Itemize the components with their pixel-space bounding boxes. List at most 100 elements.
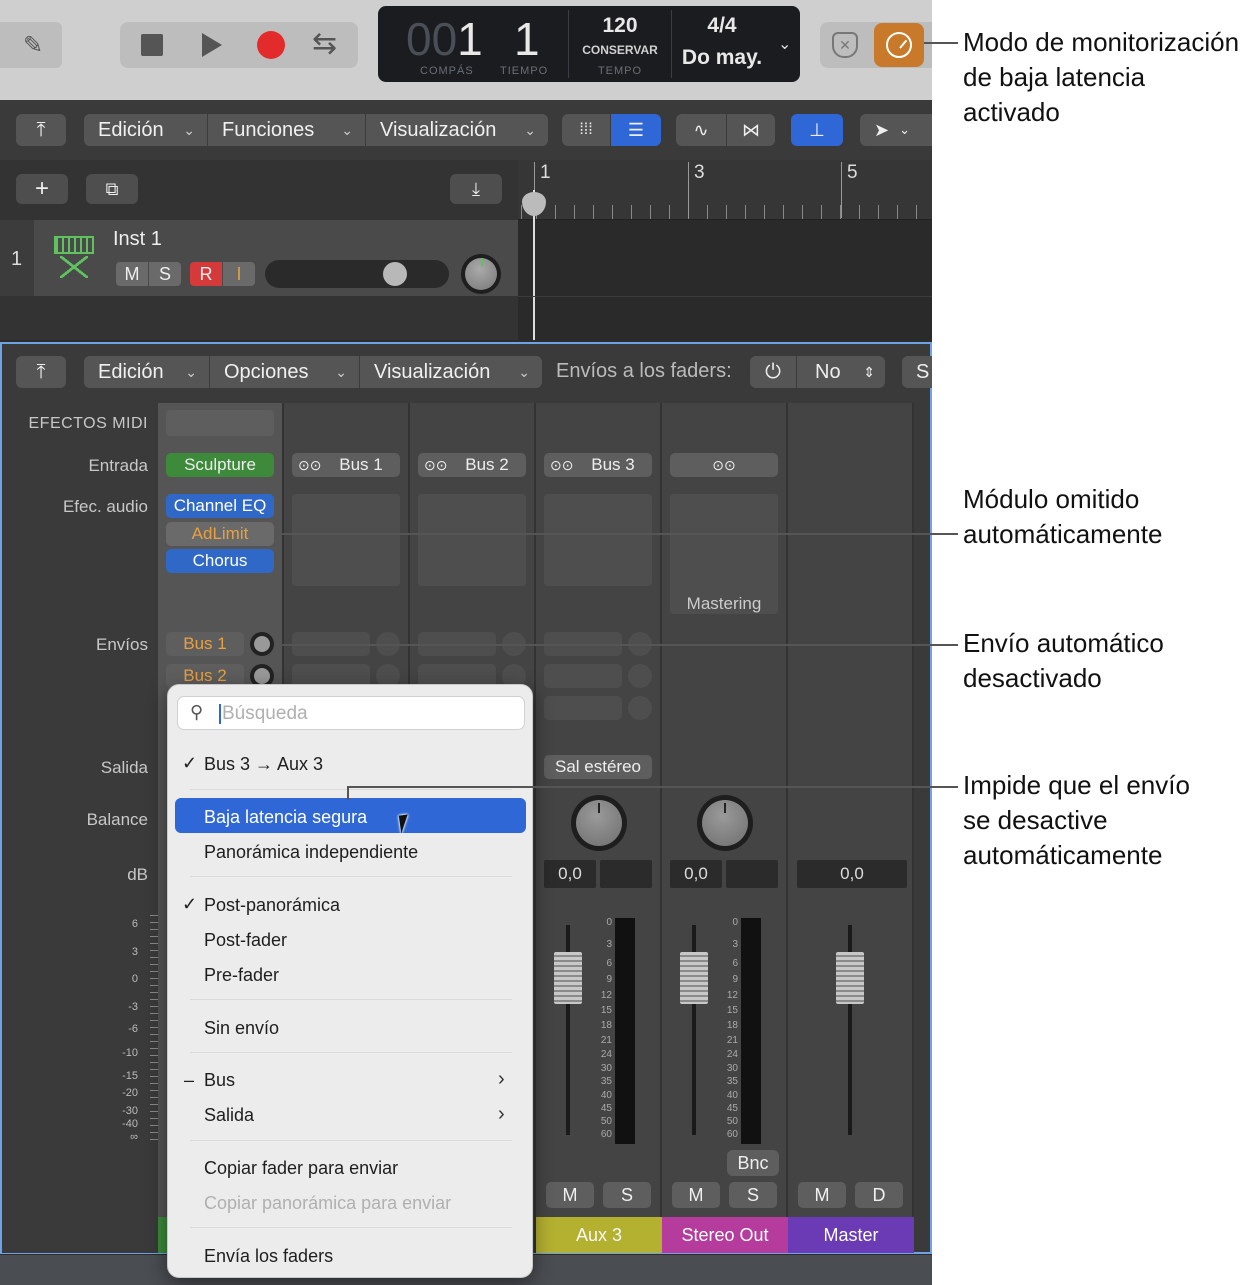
input-stereo-link[interactable]: ⊙⊙ — [670, 453, 778, 477]
track-pan-knob[interactable] — [461, 254, 501, 294]
send-bus1-knob[interactable] — [250, 632, 274, 656]
menu-item-pre-fader[interactable]: Pre-fader — [204, 965, 279, 986]
input-bus2[interactable]: ⊙⊙ Bus 2 — [418, 453, 526, 477]
track-name[interactable]: Inst 1 — [113, 228, 162, 251]
sends-power-button[interactable]: ⏻ — [750, 356, 796, 388]
solo-aux3[interactable]: S — [603, 1182, 651, 1208]
audio-fx-area-aux3[interactable] — [544, 494, 652, 586]
solo-stereo[interactable]: S — [729, 1182, 777, 1208]
keyboard-instrument-icon — [54, 236, 96, 280]
output-aux3[interactable]: Sal estéreo — [544, 755, 652, 779]
mute-stereo[interactable]: M — [672, 1182, 720, 1208]
mastering-label[interactable]: Mastering — [670, 594, 778, 614]
menu-item-no-send[interactable]: Sin envío — [204, 1018, 279, 1039]
duplicate-track-button[interactable]: ⧉ — [86, 174, 138, 204]
fader-master[interactable] — [836, 952, 864, 1004]
play-button[interactable] — [202, 33, 222, 57]
link-icon: ⊙⊙ — [298, 456, 322, 473]
pencil-icon: ✎ — [22, 31, 44, 59]
strip-name-aux3[interactable]: Aux 3 — [536, 1217, 662, 1253]
meter-stereo — [741, 918, 761, 1144]
volume-slider-knob[interactable] — [383, 262, 407, 286]
search-placeholder: Búsqueda — [222, 703, 308, 724]
cycle-button[interactable]: ⇆ — [312, 26, 337, 62]
menu-item-copy-fader[interactable]: Copiar fader para enviar — [204, 1158, 398, 1179]
meter-scale-label: 6 — [606, 958, 612, 969]
mixer-menu-group: Edición ⌄ Opciones ⌄ Visualización ⌄ — [84, 356, 542, 388]
list-view-button[interactable]: ☰ — [611, 114, 661, 146]
mixer-options-menu[interactable]: Opciones ⌄ — [210, 356, 360, 388]
send-knob-empty[interactable] — [628, 664, 652, 688]
stop-button[interactable] — [141, 34, 163, 56]
dim-master[interactable]: D — [855, 1182, 903, 1208]
menu-search-field[interactable]: ⚲ Búsqueda — [177, 696, 525, 730]
meter-scale-label: 15 — [726, 1005, 738, 1016]
send-bus1-muted[interactable]: Bus 1 — [166, 632, 244, 656]
pointer-tool-button[interactable]: ➤ ⌄ — [860, 114, 932, 146]
left-scale-label: -30 — [122, 1105, 138, 1117]
automation-button[interactable]: ∿ — [676, 114, 726, 146]
menu-item-post-fader[interactable]: Post-fader — [204, 930, 287, 951]
menu-item-post-pan[interactable]: Post-panorámica — [204, 895, 340, 916]
pencil-tool-button[interactable]: ✎ — [0, 22, 62, 68]
pan-knob-aux3[interactable] — [571, 795, 627, 851]
menu-item-independent-pan[interactable]: Panorámica independiente — [204, 842, 418, 863]
pan-knob-stereo[interactable] — [697, 795, 753, 851]
menu-item-send-faders[interactable]: Envía los faders — [204, 1246, 333, 1267]
strip-name-master[interactable]: Master — [788, 1217, 914, 1253]
mixer-cut-button[interactable]: S — [902, 356, 932, 388]
send-knob-empty[interactable] — [628, 696, 652, 720]
plugin-channel-eq[interactable]: Channel EQ — [166, 494, 274, 518]
mixer-edit-menu[interactable]: Edición ⌄ — [84, 356, 210, 388]
tracks-functions-menu[interactable]: Funciones ⌄ — [208, 114, 366, 146]
grid-view-button[interactable]: ⁞⁞⁞ — [562, 114, 610, 146]
db-value-stereo: 0,0 — [670, 860, 722, 888]
lcd-chevron-down-icon[interactable]: ⌄ — [778, 34, 791, 54]
audio-fx-area-aux1[interactable] — [292, 494, 400, 586]
track-solo-button[interactable]: S — [149, 262, 181, 286]
midi-fx-slot[interactable] — [166, 410, 274, 436]
add-track-button[interactable]: + — [16, 174, 68, 204]
mixer-view-menu[interactable]: Visualización ⌄ — [360, 356, 542, 388]
menu-item-output[interactable]: Salida — [204, 1105, 254, 1126]
link-icon: ⊙⊙ — [712, 456, 736, 473]
ruler[interactable] — [518, 160, 932, 220]
bypass-shield-button[interactable]: ✕ — [832, 32, 858, 58]
plugin-adlimit-bypassed[interactable]: AdLimit — [166, 522, 274, 546]
bounce-button[interactable]: Bnc — [727, 1150, 779, 1176]
input-bus3[interactable]: ⊙⊙ Bus 3 — [544, 453, 652, 477]
menu-item-bus[interactable]: Bus — [204, 1070, 235, 1091]
track-mute-button[interactable]: M — [116, 262, 148, 286]
catch-button[interactable]: ⤒ — [16, 114, 66, 146]
sends-on-faders-select[interactable]: No ⇕ — [797, 356, 885, 388]
tracks-edit-menu[interactable]: Edición ⌄ — [84, 114, 208, 146]
download-button[interactable]: ⤓ — [450, 174, 502, 204]
pointer-icon: ➤ — [874, 119, 890, 140]
audio-fx-area-aux2[interactable] — [418, 494, 526, 586]
mixer-catch-button[interactable]: ⤒ — [16, 356, 66, 388]
plugin-chorus[interactable]: Chorus — [166, 549, 274, 573]
menu-item-low-latency[interactable]: Baja latencia segura — [204, 807, 367, 828]
track-volume-slider[interactable] — [265, 260, 449, 288]
record-button[interactable] — [257, 31, 285, 59]
send-slot-empty[interactable] — [544, 664, 622, 688]
mute-master[interactable]: M — [798, 1182, 846, 1208]
label-db: dB — [127, 865, 148, 884]
low-latency-mode-button[interactable] — [874, 23, 924, 67]
send-slot-empty[interactable] — [544, 696, 622, 720]
input-sculpture[interactable]: Sculpture — [166, 453, 274, 477]
strip-name-stereo-out[interactable]: Stereo Out — [662, 1217, 788, 1253]
track-record-button[interactable]: R — [190, 262, 222, 286]
snap-button[interactable]: ⊥ — [791, 114, 843, 146]
menu-current-route[interactable]: Bus 3 → Aux 3 — [204, 754, 323, 775]
fader-aux3[interactable] — [554, 952, 582, 1004]
annotation-bypassed-plugin: Módulo omitido automáticamente — [963, 484, 1163, 549]
logic-pro-window: ✎ ⇆ 001 1 COMPÁS TIEMPO 120 CONSERVAR TE… — [0, 0, 932, 1285]
input-bus1[interactable]: ⊙⊙ Bus 1 — [292, 453, 400, 477]
tracks-view-menu[interactable]: Visualización ⌄ — [366, 114, 548, 146]
track-input-monitor-button[interactable]: I — [223, 262, 255, 286]
meter-scale-label: 9 — [732, 974, 738, 985]
fader-stereo[interactable] — [680, 952, 708, 1004]
mute-aux3[interactable]: M — [546, 1182, 594, 1208]
flex-button[interactable]: ⋈ — [727, 114, 775, 146]
